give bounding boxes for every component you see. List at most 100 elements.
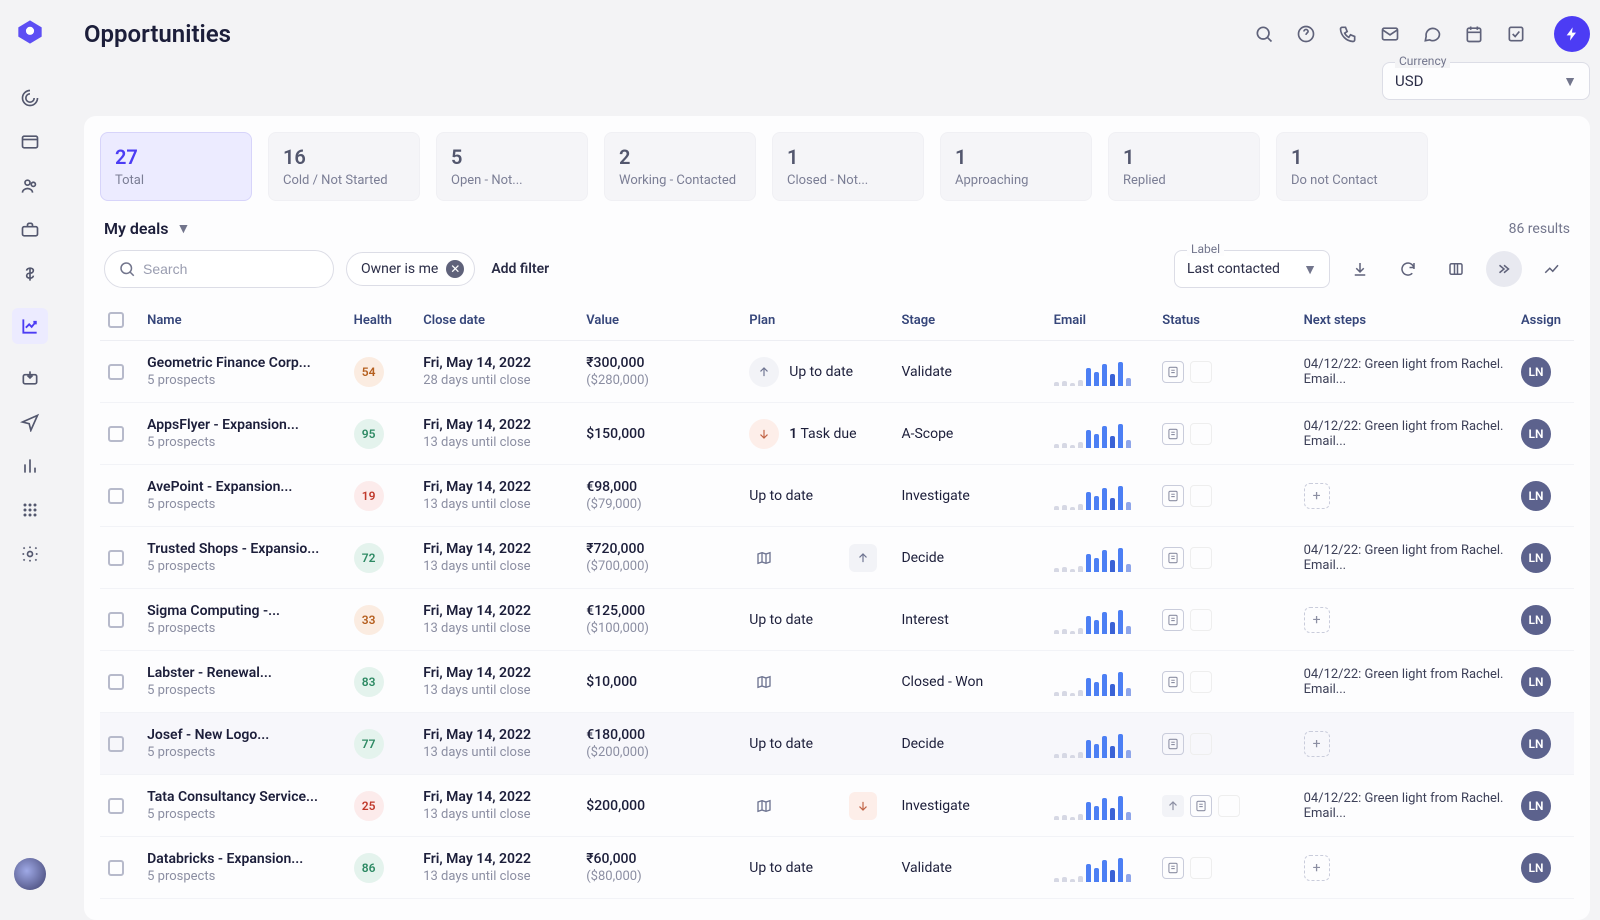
add-next-step-button[interactable]: + [1304,855,1330,881]
status-card[interactable]: 1Closed - Not... [772,132,924,201]
status-doc-icon[interactable] [1162,733,1184,755]
status-label: Approaching [955,173,1077,188]
nav-briefcase-icon[interactable] [20,220,40,240]
row-checkbox[interactable] [108,550,124,566]
status-doc-icon[interactable] [1162,361,1184,383]
col-name[interactable]: Name [139,300,346,341]
table-row[interactable]: AvePoint - Expansion...5 prospects 19 Fr… [100,465,1574,527]
add-next-step-button[interactable]: + [1304,731,1330,757]
row-checkbox[interactable] [108,798,124,814]
table-row[interactable]: Databricks - Expansion...5 prospects 86 … [100,837,1574,899]
table-row[interactable]: Trusted Shops - Expansio...5 prospects 7… [100,527,1574,589]
assignee-avatar[interactable]: LN [1521,543,1551,573]
status-doc-icon[interactable] [1162,423,1184,445]
status-card[interactable]: 16Cold / Not Started [268,132,420,201]
status-card[interactable]: 27Total [100,132,252,201]
status-card[interactable]: 2Working - Contacted [604,132,756,201]
assignee-avatar[interactable]: LN [1521,853,1551,883]
task-icon[interactable] [1506,24,1526,44]
label-select[interactable]: Label Last contacted ▼ [1174,250,1330,288]
row-checkbox[interactable] [108,674,124,690]
row-checkbox[interactable] [108,364,124,380]
status-doc-icon[interactable] [1190,795,1212,817]
filter-chip-text: Owner is me [361,261,438,277]
remove-filter-icon[interactable]: ✕ [446,260,464,278]
calendar-icon[interactable] [1464,24,1484,44]
col-stage[interactable]: Stage [893,300,1045,341]
search-input[interactable] [104,250,334,288]
col-assign[interactable]: Assign [1513,300,1574,341]
add-next-step-button[interactable]: + [1304,483,1330,509]
nav-bars-icon[interactable] [20,456,40,476]
nav-chart-icon[interactable] [12,308,48,344]
nav-settings-icon[interactable] [20,544,40,564]
row-checkbox[interactable] [108,426,124,442]
nav-activity-icon[interactable] [20,88,40,108]
stage-text: Closed - Won [901,674,1037,690]
status-count: 1 [787,145,909,169]
col-plan[interactable]: Plan [741,300,893,341]
arrow-up-icon [849,544,877,572]
status-doc-icon[interactable] [1162,609,1184,631]
nav-window-icon[interactable] [20,132,40,152]
arrow-up-icon [749,357,779,387]
table-row[interactable]: Josef - New Logo...5 prospects 77 Fri, M… [100,713,1574,775]
currency-select[interactable]: Currency USD ▼ [1382,62,1590,100]
table-row[interactable]: Sigma Computing -...5 prospects 33 Fri, … [100,589,1574,651]
assignee-avatar[interactable]: LN [1521,791,1551,821]
row-checkbox[interactable] [108,612,124,628]
status-doc-icon[interactable] [1162,547,1184,569]
row-checkbox[interactable] [108,736,124,752]
mail-icon[interactable] [1380,24,1400,44]
col-next[interactable]: Next steps [1296,300,1513,341]
help-icon[interactable] [1296,24,1316,44]
assignee-avatar[interactable]: LN [1521,729,1551,759]
nav-apps-icon[interactable] [20,500,40,520]
download-icon[interactable] [1342,251,1378,287]
select-all-checkbox[interactable] [108,312,124,328]
status-label: Replied [1123,173,1245,188]
row-checkbox[interactable] [108,860,124,876]
col-health[interactable]: Health [346,300,416,341]
app-logo[interactable] [16,18,44,46]
status-card[interactable]: 1Approaching [940,132,1092,201]
assignee-avatar[interactable]: LN [1521,605,1551,635]
status-card[interactable]: 5Open - Not... [436,132,588,201]
nav-dollar-icon[interactable] [20,264,40,284]
status-card[interactable]: 1Replied [1108,132,1260,201]
table-row[interactable]: Tata Consultancy Service...5 prospects 2… [100,775,1574,837]
pipeline-icon[interactable] [1486,251,1522,287]
nav-inbox-icon[interactable] [20,368,40,388]
flash-avatar-button[interactable] [1554,16,1590,52]
row-checkbox[interactable] [108,488,124,504]
nav-people-icon[interactable] [20,176,40,196]
col-value[interactable]: Value [578,300,741,341]
refresh-icon[interactable] [1390,251,1426,287]
table-row[interactable]: Geometric Finance Corp...5 prospects 54 … [100,341,1574,403]
assignee-avatar[interactable]: LN [1521,481,1551,511]
col-status[interactable]: Status [1154,300,1295,341]
deals-dropdown[interactable]: My deals ▼ [104,219,190,238]
search-icon[interactable] [1254,24,1274,44]
arrow-down-icon [849,792,877,820]
status-doc-icon[interactable] [1162,485,1184,507]
trend-icon[interactable] [1534,251,1570,287]
nav-send-icon[interactable] [20,412,40,432]
owner-filter-chip[interactable]: Owner is me ✕ [346,252,475,286]
col-close[interactable]: Close date [415,300,578,341]
table-row[interactable]: Labster - Renewal...5 prospects 83 Fri, … [100,651,1574,713]
assignee-avatar[interactable]: LN [1521,419,1551,449]
columns-icon[interactable] [1438,251,1474,287]
status-card[interactable]: 1Do not Contact [1276,132,1428,201]
add-next-step-button[interactable]: + [1304,607,1330,633]
add-filter-button[interactable]: Add filter [491,261,549,277]
assignee-avatar[interactable]: LN [1521,357,1551,387]
user-avatar[interactable] [14,858,46,890]
status-doc-icon[interactable] [1162,671,1184,693]
phone-icon[interactable] [1338,24,1358,44]
status-doc-icon[interactable] [1162,857,1184,879]
col-email[interactable]: Email [1046,300,1155,341]
table-row[interactable]: AppsFlyer - Expansion...5 prospects 95 F… [100,403,1574,465]
assignee-avatar[interactable]: LN [1521,667,1551,697]
chat-icon[interactable] [1422,24,1442,44]
